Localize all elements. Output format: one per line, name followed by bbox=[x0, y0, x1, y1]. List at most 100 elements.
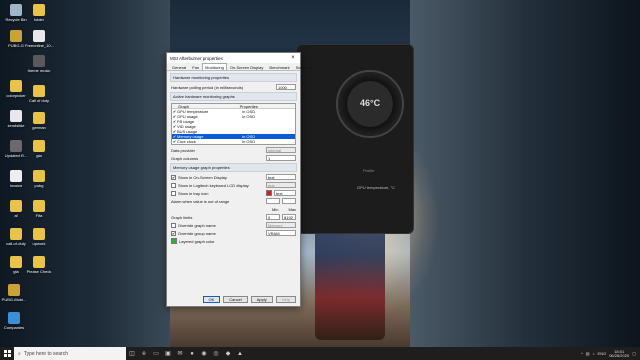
graphs-list[interactable]: Graph Properties ✔ GPU temperature in OSD … bbox=[171, 103, 296, 145]
dialog-titlebar[interactable]: MSI Afterburner properties × bbox=[167, 53, 300, 63]
desktop-icon-please-check[interactable]: Please Check bbox=[25, 256, 53, 274]
limit-min-input[interactable]: 0 bbox=[266, 214, 280, 220]
gauge-temp-value: 46°C bbox=[360, 98, 381, 108]
override-name-input[interactable]: Memory usage bbox=[266, 222, 296, 233]
taskbar: ⌕ Type here to search ◫ e ▭ ▣ ✉ ● ◉ ◎ ◆ … bbox=[0, 347, 640, 360]
help-button[interactable]: Help bbox=[275, 296, 296, 303]
file-icon bbox=[10, 110, 22, 122]
alarm-min-input[interactable] bbox=[266, 198, 280, 204]
desktop-icon-pubg-mobile[interactable]: PUBG-Mobi... bbox=[0, 284, 28, 302]
profile-label: Profile bbox=[363, 168, 375, 173]
search-icon: ⌕ bbox=[18, 350, 21, 357]
tab-screen-capture[interactable]: Screen c bbox=[293, 63, 315, 70]
folder-icon bbox=[10, 200, 22, 212]
override-group-row: ✔ Override group name VRAM bbox=[171, 230, 296, 236]
data-provider-label: Data provider bbox=[171, 147, 196, 153]
language-indicator[interactable]: ENG bbox=[598, 351, 607, 356]
polling-input[interactable]: 1000 bbox=[276, 84, 296, 90]
app-icon[interactable]: ◆ bbox=[222, 347, 234, 360]
lcd-mode-select[interactable]: text bbox=[266, 182, 296, 188]
folder-icon bbox=[10, 228, 22, 240]
obs-icon[interactable]: ◎ bbox=[210, 347, 222, 360]
document-icon bbox=[10, 170, 22, 182]
app-icon bbox=[10, 80, 22, 92]
max-label: Max bbox=[288, 206, 296, 212]
apply-button[interactable]: Apply bbox=[250, 296, 273, 303]
osd-label: Show in On-Screen Display bbox=[178, 174, 227, 180]
tray-mode-select[interactable]: text bbox=[274, 190, 296, 196]
afterburner-taskbar-icon[interactable]: ▲ bbox=[234, 347, 246, 360]
polling-row: Hardware polling period (in milliseconds… bbox=[171, 84, 296, 90]
data-provider-select[interactable]: internal bbox=[266, 147, 296, 153]
limits-label: Graph limits bbox=[171, 214, 193, 220]
limit-max-input[interactable]: 8192 bbox=[282, 214, 296, 220]
layered-color-swatch[interactable] bbox=[171, 238, 177, 244]
network-icon[interactable]: ▤ bbox=[586, 351, 590, 356]
desktop-icon-theme-music[interactable]: theme music bbox=[25, 55, 53, 73]
chrome-icon[interactable]: ◉ bbox=[198, 347, 210, 360]
alarm-max-input[interactable] bbox=[282, 198, 296, 204]
desktop-icon-pubg-2[interactable]: pubg bbox=[25, 170, 53, 188]
alarm-row: Alarm when value is out of range bbox=[171, 198, 296, 204]
file-icon bbox=[33, 30, 45, 42]
polling-label: Hardware polling period (in milliseconds… bbox=[171, 84, 244, 90]
override-name-checkbox[interactable] bbox=[171, 222, 176, 228]
tray-checkbox[interactable] bbox=[171, 190, 176, 196]
tab-fan[interactable]: Fan bbox=[189, 63, 202, 70]
desktop-icon-freeonline[interactable]: Freeonline_10... bbox=[25, 30, 54, 48]
start-button[interactable] bbox=[0, 347, 14, 360]
app-icon bbox=[8, 312, 20, 324]
taskbar-search[interactable]: ⌕ Type here to search bbox=[14, 347, 126, 360]
graph-columns-row: Graph columns 1 bbox=[171, 155, 296, 161]
tab-osd[interactable]: On-Screen Display bbox=[227, 63, 267, 70]
folder-icon bbox=[33, 112, 45, 124]
clock[interactable]: 18:01 06/28/2020 bbox=[609, 349, 629, 358]
lcd-label: Show in Logitech keyboard LCD display bbox=[178, 182, 249, 188]
min-max-labels: Min Max bbox=[171, 206, 296, 212]
lcd-row: Show in Logitech keyboard LCD display te… bbox=[171, 182, 296, 188]
ok-button[interactable]: OK bbox=[202, 296, 221, 303]
dialog-title: MSI Afterburner properties bbox=[170, 55, 223, 61]
list-item[interactable]: ✔ Core clock in OSD bbox=[172, 139, 295, 144]
osd-mode-select[interactable]: text bbox=[266, 174, 296, 180]
desktop-icon-fifa[interactable]: Fifa bbox=[25, 200, 53, 218]
dialog-buttons: OK Cancel Apply Help bbox=[202, 296, 296, 303]
desktop-icon-call-of-duty-2[interactable]: Call of duty bbox=[25, 85, 53, 103]
desktop-icon-upwork[interactable]: upwork bbox=[25, 228, 53, 246]
override-group-label: Override group name bbox=[178, 230, 216, 236]
override-group-checkbox[interactable]: ✔ bbox=[171, 230, 176, 236]
firefox-icon[interactable]: ● bbox=[186, 347, 198, 360]
tab-general[interactable]: General bbox=[169, 63, 189, 70]
graph-column-header[interactable]: Graph bbox=[172, 104, 240, 109]
properties-column-header[interactable]: Properties bbox=[240, 104, 258, 109]
close-icon[interactable]: × bbox=[289, 55, 297, 61]
task-view-icon[interactable]: ◫ bbox=[126, 347, 138, 360]
desktop-icon-gta-2[interactable]: gta bbox=[25, 140, 53, 158]
desktop-icon-companies[interactable]: Companies bbox=[0, 312, 28, 330]
override-group-input[interactable]: VRAM bbox=[266, 230, 296, 236]
graph-columns-input[interactable]: 1 bbox=[266, 155, 296, 161]
music-icon bbox=[33, 55, 45, 67]
desktop-icon-folder[interactable]: folder bbox=[25, 4, 53, 22]
volume-icon[interactable]: ♪ bbox=[593, 351, 595, 356]
alarm-label: Alarm when value is out of range bbox=[171, 198, 230, 204]
desktop-icon-german[interactable]: german bbox=[25, 112, 53, 130]
store-icon[interactable]: ▣ bbox=[162, 347, 174, 360]
cancel-button[interactable]: Cancel bbox=[223, 296, 248, 303]
search-placeholder: Type here to search bbox=[23, 350, 69, 357]
app-icon bbox=[8, 284, 20, 296]
chevron-up-icon[interactable]: ^ bbox=[581, 351, 583, 356]
tray-color-swatch[interactable] bbox=[266, 190, 272, 196]
tab-benchmark[interactable]: Benchmark bbox=[266, 63, 292, 70]
notification-icon[interactable]: ▢ bbox=[632, 351, 636, 356]
tab-monitoring[interactable]: Monitoring bbox=[202, 63, 227, 70]
file-explorer-icon[interactable]: ▭ bbox=[150, 347, 162, 360]
edge-icon[interactable]: e bbox=[138, 347, 150, 360]
system-tray: ^ ▤ ♪ ENG 18:01 06/28/2020 ▢ bbox=[581, 349, 640, 358]
section-active-graphs: Active hardware monitoring graphs bbox=[170, 92, 297, 101]
tray-label: Show in tray icon bbox=[178, 190, 209, 196]
lcd-checkbox[interactable] bbox=[171, 182, 176, 188]
osd-checkbox[interactable]: ✔ bbox=[171, 174, 176, 180]
mail-icon[interactable]: ✉ bbox=[174, 347, 186, 360]
recycle-bin-icon bbox=[10, 4, 22, 16]
